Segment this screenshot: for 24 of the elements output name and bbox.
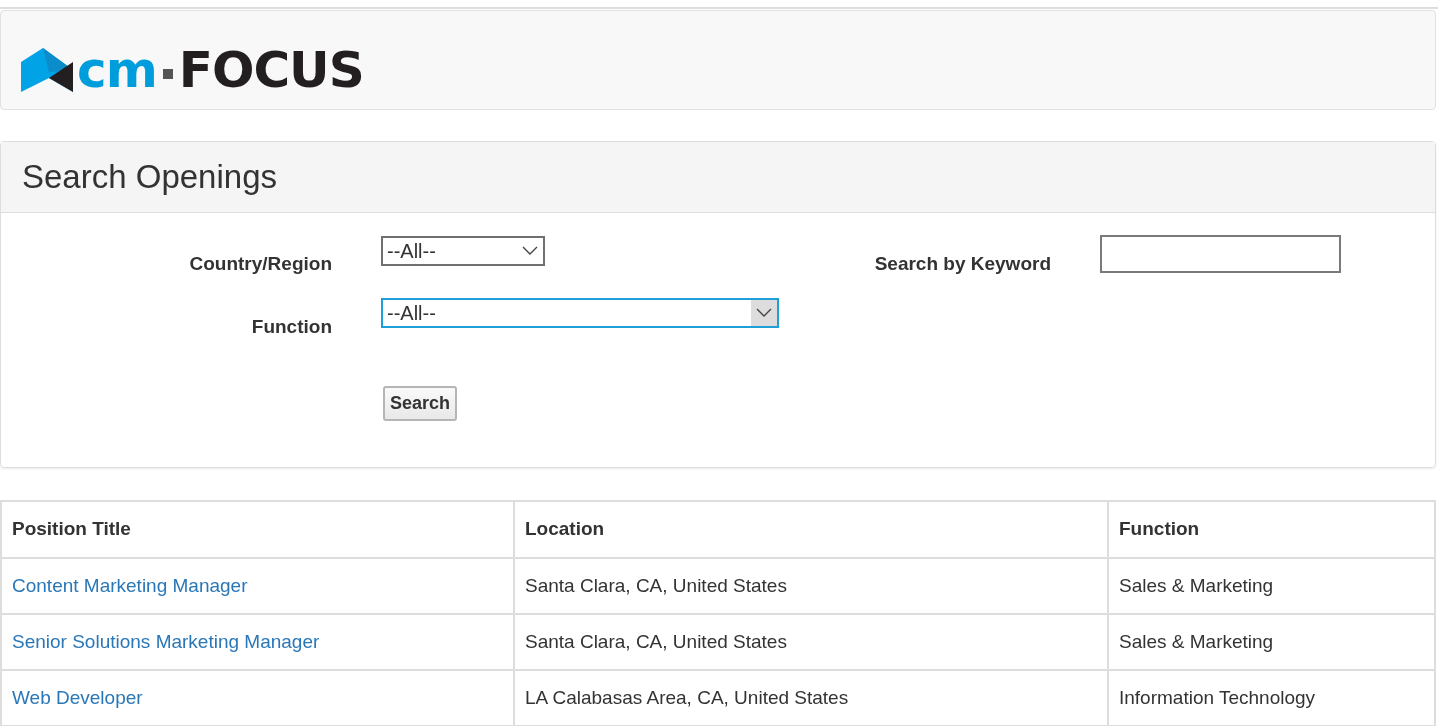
table-cell: Sales & Marketing xyxy=(1108,614,1435,670)
job-link[interactable]: Web Developer xyxy=(12,686,143,708)
dropdown[interactable]: --All-- xyxy=(381,236,545,266)
logo-text: cm xyxy=(77,41,157,99)
field-label: Country/Region xyxy=(189,252,332,276)
column-header: Location xyxy=(514,501,1108,558)
table-cell: LA Calabasas Area, CA, United States xyxy=(514,670,1108,726)
keyword-input[interactable] xyxy=(1100,235,1341,273)
table-cell: Santa Clara, CA, United States xyxy=(514,558,1108,614)
dropdown[interactable]: --All-- xyxy=(381,298,779,328)
search-button[interactable]: Search xyxy=(383,386,458,421)
field-label: Function xyxy=(251,315,332,339)
logo-text: FOCUS xyxy=(178,41,364,99)
column-header: Position Title xyxy=(1,501,514,558)
caret-icon xyxy=(522,246,538,256)
field-label: Search by Keyword xyxy=(874,252,1051,276)
caret-icon xyxy=(756,308,772,318)
job-link[interactable]: Content Marketing Manager xyxy=(12,574,248,596)
panel-title: Search Openings xyxy=(1,142,1435,213)
table-cell: Information Technology xyxy=(1108,670,1435,726)
logo-icon xyxy=(21,48,73,92)
column-header: Function xyxy=(1108,501,1435,558)
table-cell: Santa Clara, CA, United States xyxy=(514,614,1108,670)
table-cell: Sales & Marketing xyxy=(1108,558,1435,614)
